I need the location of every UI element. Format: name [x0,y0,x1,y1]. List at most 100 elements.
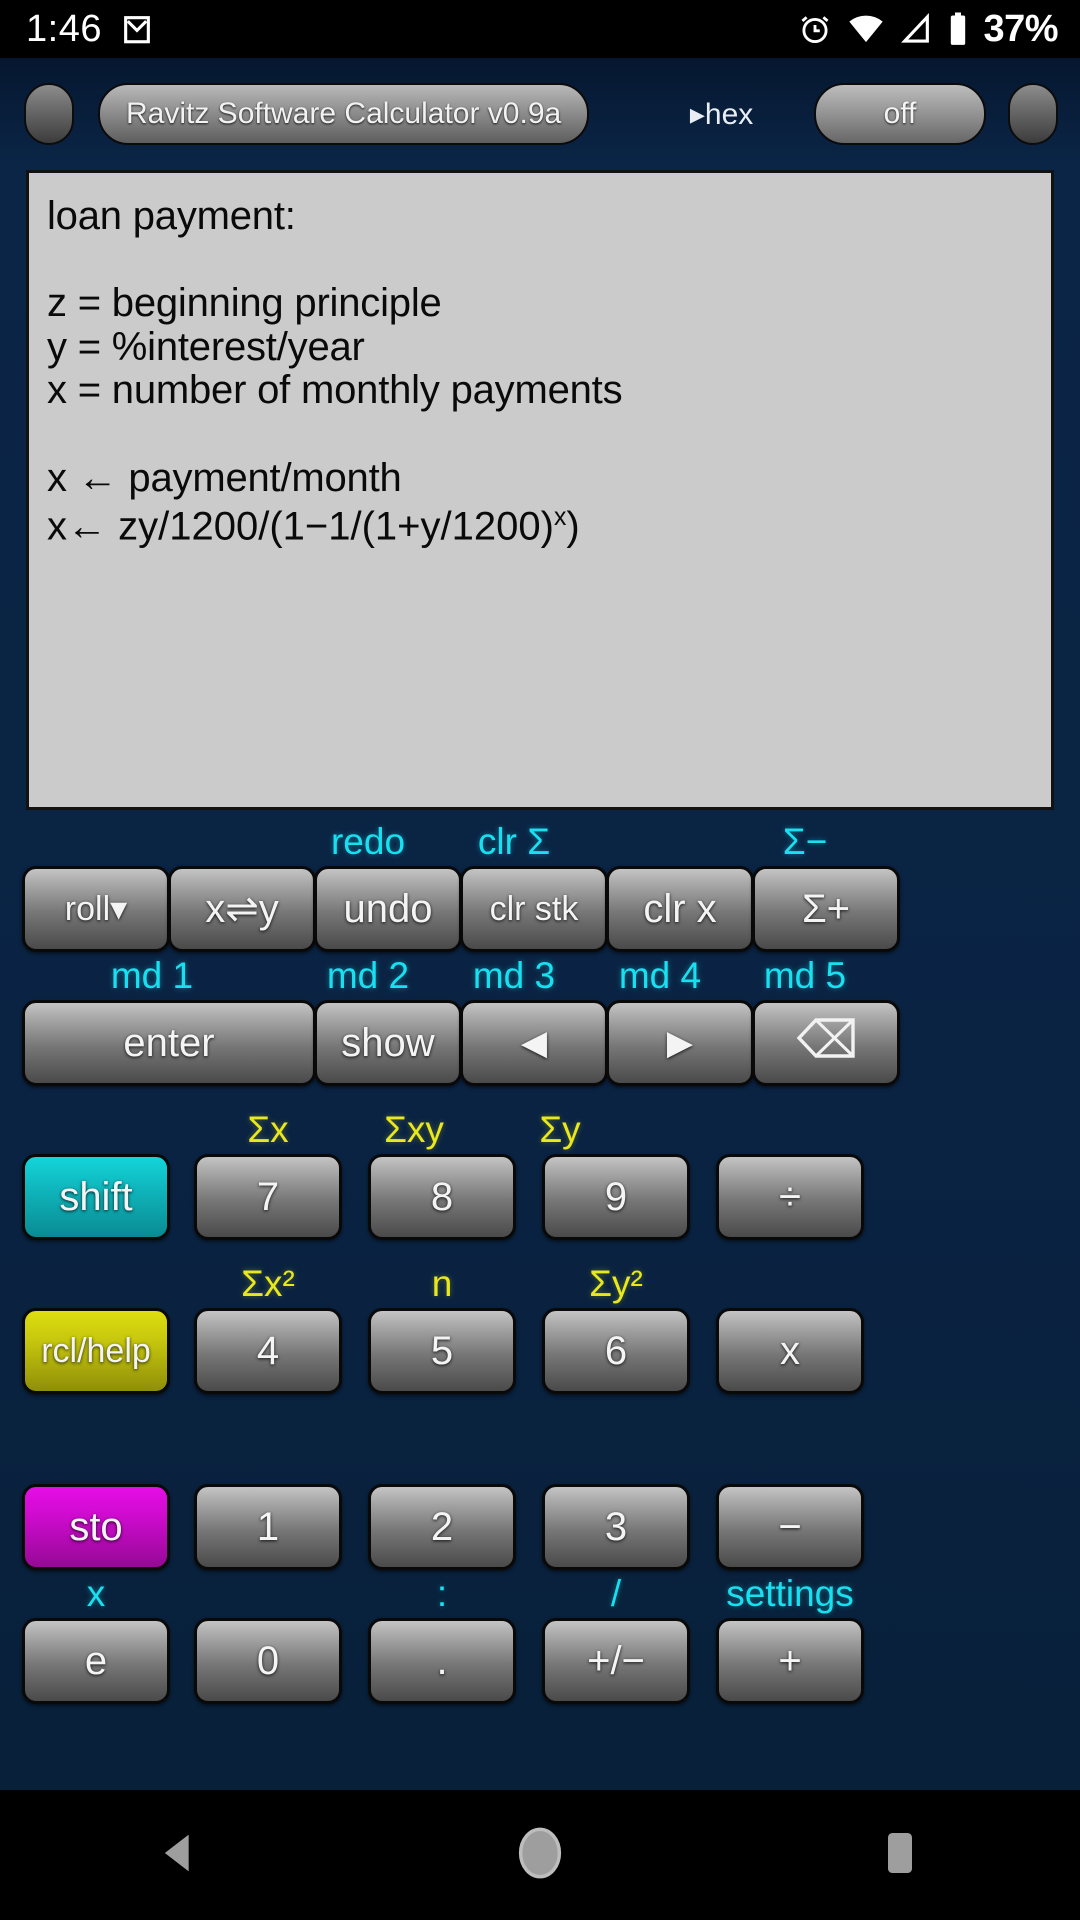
multiply-button[interactable]: x [716,1308,864,1394]
digit-8-label: 8 [430,1174,454,1219]
app-titlebar: Ravitz Software Calculator v0.9a ▸hex of… [0,78,1080,150]
right-pill-button[interactable] [1007,83,1058,145]
divide-button[interactable]: ÷ [716,1154,864,1240]
sign-label: +/− [587,1638,645,1683]
digit-5-button[interactable]: 5 [368,1308,516,1394]
show-button[interactable]: show [314,1000,462,1086]
shift-label-x: Σx [247,1109,289,1150]
keypad-row-1-labels: redo clr Σ Σ− [0,818,1080,866]
digit-7-button[interactable]: 7 [194,1154,342,1240]
keypad-row-5-keys: sto 1 2 3 − [0,1484,1080,1570]
formula-suffix: ) [566,504,580,549]
calculator-keypad: redo clr Σ Σ− roll▾ x⇌y undo clr stk clr x Σ+ md … [0,818,1080,1704]
decimal-label: . [436,1638,448,1683]
keypad-row-5-labels [0,1436,1080,1484]
clear-x-button[interactable]: clr x [606,866,754,952]
show-label: show [341,1020,435,1065]
keypad-row-3: Σx Σxy Σy shift 7 8 9 ÷ [0,1106,1080,1240]
keypad-row-4-labels: Σx² n Σy² [0,1260,1080,1308]
swap-xy-label: x⇌y [205,887,279,931]
calculator-display[interactable]: loan payment: z = beginning principle y … [26,170,1054,810]
store-button[interactable]: sto [22,1484,170,1570]
display-body-text: loan payment: z = beginning principle y … [47,194,623,500]
clear-stack-button[interactable]: clr stk [460,866,608,952]
off-button[interactable]: off [813,83,986,145]
enter-button[interactable]: enter [22,1000,316,1086]
subtract-button[interactable]: − [716,1484,864,1570]
home-button[interactable] [480,1790,600,1920]
digit-0-button[interactable]: 0 [194,1618,342,1704]
battery-icon [947,11,969,47]
home-icon [514,1825,566,1886]
back-button[interactable] [120,1790,240,1920]
formula-prefix: x← zy/1200/(1−1/(1+y/1200) [47,504,554,549]
android-status-bar: 1:46 37% [0,0,1080,58]
multiply-label: x [780,1328,800,1373]
store-label: sto [69,1504,123,1549]
keypad-row-3-labels: Σx Σxy Σy [0,1106,1080,1154]
shift-label-md3: md 3 [472,955,556,996]
keypad-row-4: Σx² n Σy² rcl/help 4 5 6 x [0,1260,1080,1394]
app-title-button[interactable]: Ravitz Software Calculator v0.9a [98,83,590,145]
backspace-icon [796,1017,856,1069]
shift-label-redo: redo [330,821,406,862]
digit-4-label: 4 [256,1328,280,1373]
sign-button[interactable]: +/− [542,1618,690,1704]
digit-1-label: 1 [256,1504,280,1549]
sigma-plus-button[interactable]: Σ+ [752,866,900,952]
digit-6-button[interactable]: 6 [542,1308,690,1394]
roll-down-button[interactable]: roll▾ [22,866,170,952]
hex-mode-label[interactable]: ▸hex [650,97,753,132]
recall-help-button[interactable]: rcl/help [22,1308,170,1394]
keypad-row-6-labels: x: / settings [0,1570,1080,1618]
digit-3-button[interactable]: 3 [542,1484,690,1570]
shift-label-: : [436,1573,448,1614]
subtract-label: − [778,1504,802,1549]
cursor-left-button[interactable]: ◀ [460,1000,608,1086]
left-pill-button[interactable] [24,83,74,145]
clear-x-label: clr x [643,886,717,931]
recall-help-label: rcl/help [41,1331,151,1370]
digit-9-button[interactable]: 9 [542,1154,690,1240]
digit-8-button[interactable]: 8 [368,1154,516,1240]
shift-label-clr: clr Σ [477,821,551,862]
exponent-e-button[interactable]: e [22,1618,170,1704]
status-bar-left: 1:46 [0,8,154,51]
digit-0-label: 0 [256,1638,280,1683]
digit-2-button[interactable]: 2 [368,1484,516,1570]
keypad-row-3-keys: shift 7 8 9 ÷ [0,1154,1080,1240]
shift-label-xy: Σxy [384,1109,444,1150]
digit-4-button[interactable]: 4 [194,1308,342,1394]
digit-6-label: 6 [604,1328,628,1373]
cursor-left-label: ◀ [520,1024,548,1062]
cursor-right-button[interactable]: ▶ [606,1000,754,1086]
decimal-button[interactable]: . [368,1618,516,1704]
shift-label-: Σ− [782,821,828,862]
clear-stack-label: clr stk [489,889,579,928]
backspace-button[interactable] [752,1000,900,1086]
digit-9-label: 9 [604,1174,628,1219]
recents-button[interactable] [840,1790,960,1920]
swap-xy-button[interactable]: x⇌y [168,866,316,952]
undo-label: undo [343,886,433,931]
android-navigation-bar [0,1790,1080,1920]
digit-3-label: 3 [604,1504,628,1549]
status-clock: 1:46 [26,7,102,50]
keypad-row-6-keys: e 0. +/− + [0,1618,1080,1704]
shift-label-settings: settings [726,1573,854,1614]
back-icon [154,1827,206,1884]
undo-button[interactable]: undo [314,866,462,952]
add-button[interactable]: + [716,1618,864,1704]
shift-button[interactable]: shift [22,1154,170,1240]
shift-label-md5: md 5 [763,955,847,996]
shift-label-y: Σy² [589,1263,643,1304]
gmail-icon [120,12,154,46]
recents-icon [876,1827,924,1884]
shift-label: shift [59,1174,133,1219]
shift-label-md4: md 4 [618,955,702,996]
status-bar-right: 37% [797,8,1080,51]
keypad-row-2-keys: enter show ◀ ▶ [0,1000,1080,1086]
roll-down-label: roll▾ [64,890,128,928]
sigma-plus-label: Σ+ [801,886,851,931]
digit-1-button[interactable]: 1 [194,1484,342,1570]
